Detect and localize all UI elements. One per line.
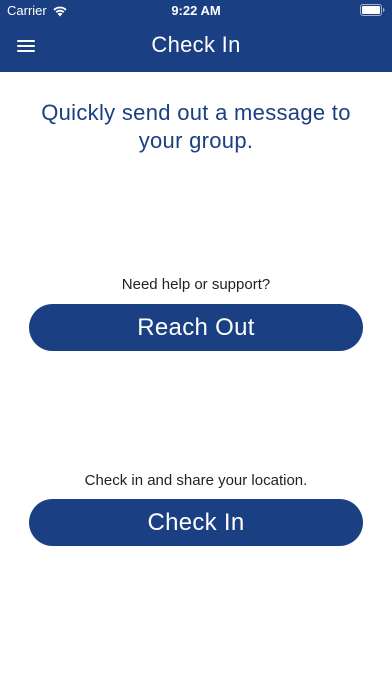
navigation-bar: Check In bbox=[0, 22, 392, 72]
check-in-prompt: Check in and share your location. bbox=[84, 472, 308, 489]
check-in-button[interactable]: Check In bbox=[29, 499, 363, 546]
page-title: Check In bbox=[151, 32, 241, 57]
status-time: 9:22 AM bbox=[171, 3, 221, 18]
battery-icon bbox=[360, 4, 385, 16]
reach-out-button[interactable]: Reach Out bbox=[29, 304, 363, 351]
check-in-screen: Carrier 9:22 AM Check In Quickly send ou… bbox=[0, 0, 392, 696]
support-prompt: Need help or support? bbox=[121, 276, 271, 293]
header: Carrier 9:22 AM Check In bbox=[0, 0, 392, 72]
intro-text: Quickly send out a message to your group… bbox=[41, 100, 351, 153]
status-bar: Carrier 9:22 AM bbox=[0, 0, 392, 22]
